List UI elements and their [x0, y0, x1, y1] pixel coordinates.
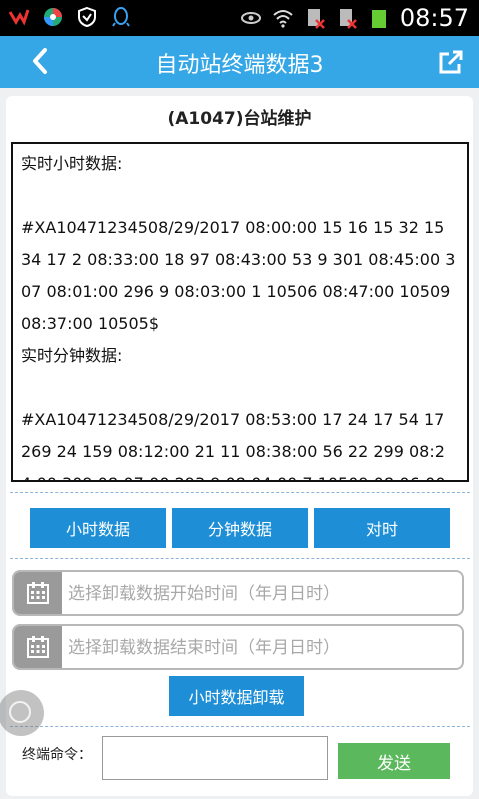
- eye-icon: [240, 12, 261, 24]
- end-time-field[interactable]: [12, 624, 464, 670]
- hour-data-button[interactable]: 小时数据: [30, 508, 166, 548]
- start-time-field[interactable]: [12, 570, 464, 616]
- divider: [10, 726, 470, 727]
- qq-penguin-icon: [112, 7, 130, 27]
- start-time-input[interactable]: [66, 572, 460, 614]
- command-input[interactable]: [102, 736, 328, 780]
- divider: [10, 558, 470, 559]
- divider: [10, 492, 470, 493]
- minute-data-text: #XA10471234508/29/2017 08:53:00 17 24 17…: [21, 410, 446, 480]
- wifi-icon: [273, 10, 293, 28]
- clock: 08:57: [399, 4, 469, 32]
- hour-data-label: 实时小时数据:: [21, 154, 123, 173]
- app-bar: 自动站终端数据3: [0, 36, 479, 88]
- minute-data-button[interactable]: 分钟数据: [172, 508, 308, 548]
- shield-icon: [78, 6, 96, 28]
- hour-data-download-button[interactable]: 小时数据卸载: [169, 676, 304, 716]
- colorful-app-icon: [44, 8, 62, 26]
- calendar-icon[interactable]: [14, 572, 62, 614]
- battery-icon: [371, 10, 386, 28]
- command-label: 终端命令：: [22, 747, 92, 763]
- sync-time-button[interactable]: 对时: [314, 508, 450, 548]
- system-icons: 08:57: [240, 4, 469, 32]
- app-logo-icon: [8, 9, 30, 26]
- floating-assistive-button[interactable]: [0, 690, 44, 736]
- realtime-data-box[interactable]: 实时小时数据: #XA10471234508/29/2017 08:00:00 …: [11, 142, 469, 482]
- page-title: 自动站终端数据3: [155, 53, 324, 78]
- hour-data-text: #XA10471234508/29/2017 08:00:00 15 16 15…: [21, 218, 456, 333]
- sim-no-signal-icon: [307, 9, 325, 29]
- minute-data-label: 实时分钟数据:: [21, 346, 123, 365]
- calendar-icon[interactable]: [14, 626, 62, 668]
- sim-no-signal-icon-2: [339, 9, 357, 29]
- station-subtitle: (A1047)台站维护: [167, 109, 312, 129]
- status-bar: 08:57: [0, 0, 479, 36]
- send-button[interactable]: 发送: [338, 743, 450, 779]
- end-time-input[interactable]: [66, 626, 460, 668]
- notification-icons: [8, 6, 132, 28]
- share-icon[interactable]: [437, 48, 465, 76]
